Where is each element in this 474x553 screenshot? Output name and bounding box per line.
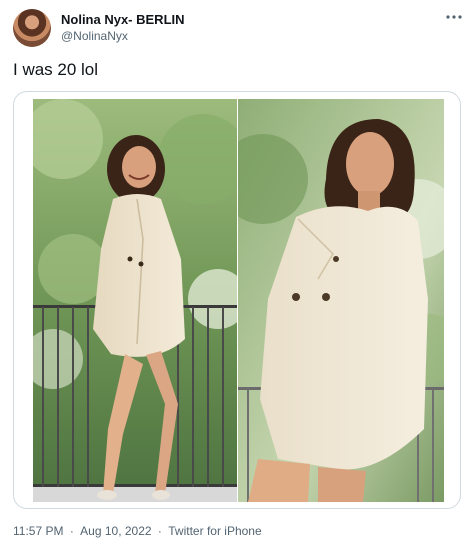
avatar[interactable]	[13, 9, 51, 47]
tweet-text: I was 20 lol	[13, 60, 99, 79]
meta-separator: ·	[69, 524, 74, 538]
tweet-source[interactable]: Twitter for iPhone	[168, 524, 261, 538]
tweet-date[interactable]: Aug 10, 2022	[80, 524, 151, 538]
media-grid	[13, 91, 461, 509]
tweet-meta: 11:57 PM · Aug 10, 2022 · Twitter for iP…	[13, 524, 262, 538]
photo-full-body[interactable]	[33, 99, 237, 502]
tweet-time[interactable]: 11:57 PM	[13, 524, 63, 538]
author-display-name[interactable]: Nolina Nyx- BERLIN	[61, 12, 185, 27]
more-options-button[interactable]	[443, 6, 465, 28]
tweet-header: Nolina Nyx- BERLIN @NolinaNyx	[0, 0, 474, 56]
author-handle[interactable]: @NolinaNyx	[61, 29, 128, 43]
more-horizontal-icon	[446, 15, 462, 19]
photo-close-up[interactable]	[238, 99, 444, 502]
meta-separator: ·	[157, 524, 162, 538]
